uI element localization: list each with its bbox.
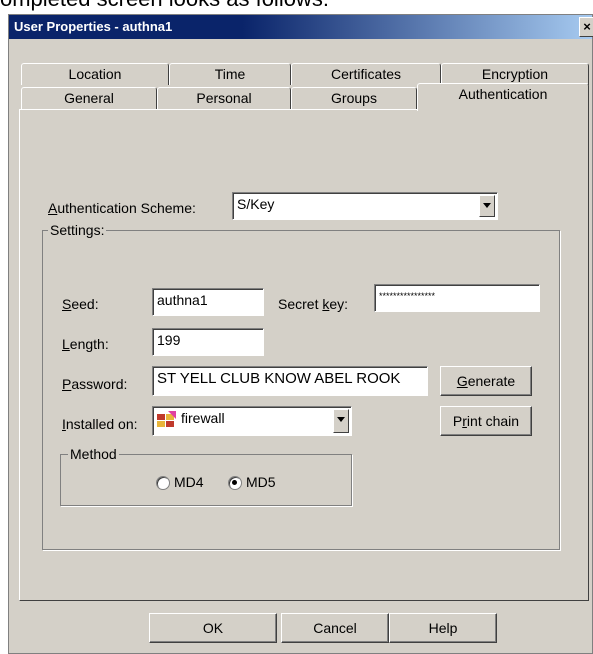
document-text-fragment: ompleted screen looks as follows: (0, 0, 329, 12)
secret-key-field[interactable]: **************** (374, 284, 540, 312)
installed-on-dropdown[interactable]: firewall (152, 406, 352, 436)
tab-label: Personal (196, 90, 252, 106)
cancel-button[interactable]: Cancel (281, 613, 389, 643)
seed-label: Seed: (62, 296, 99, 312)
print-chain-button[interactable]: Print chain (440, 406, 532, 436)
chevron-down-icon[interactable] (479, 195, 495, 217)
installed-on-label: Installed on: (62, 416, 138, 432)
tab-time[interactable]: Time (169, 63, 291, 85)
title-bar[interactable]: User Properties - authna1 × (9, 15, 593, 39)
help-label: Help (428, 620, 458, 636)
password-label: Password: (62, 376, 128, 392)
tab-location[interactable]: Location (21, 63, 169, 85)
seed-field[interactable]: authna1 (152, 288, 264, 316)
tab-label: Authentication (458, 86, 548, 102)
tab-label: Location (68, 66, 122, 82)
installed-on-value: firewall (181, 410, 225, 426)
generate-label: enerate (467, 373, 516, 389)
md5-label: MD5 (246, 474, 276, 490)
secret-key-value: **************** (379, 291, 436, 301)
help-button[interactable]: Help (389, 613, 497, 643)
method-label: Method (68, 446, 119, 462)
tab-label: General (64, 90, 114, 106)
auth-scheme-dropdown[interactable]: S/Key (232, 192, 498, 220)
settings-label: Settings: (48, 222, 107, 238)
generate-button[interactable]: Generate (440, 366, 532, 396)
tab-encryption[interactable]: Encryption (441, 63, 589, 85)
ok-button[interactable]: OK (149, 613, 277, 643)
user-properties-dialog: User Properties - authna1 × Location Tim… (8, 14, 593, 654)
password-value: ST YELL CLUB KNOW ABEL ROOK (157, 370, 401, 387)
tab-general[interactable]: General (21, 87, 157, 109)
md5-radio[interactable] (228, 476, 242, 490)
ok-label: OK (202, 620, 224, 636)
tab-label: Time (214, 66, 246, 82)
md4-radio[interactable] (156, 476, 170, 490)
secret-key-label: Secret key: (278, 296, 349, 312)
authentication-panel: Authentication Scheme: S/Key Settings: S… (19, 109, 589, 601)
close-icon: × (583, 19, 591, 34)
chevron-down-icon[interactable] (333, 409, 349, 433)
tab-personal[interactable]: Personal (157, 87, 291, 109)
seed-value: authna1 (157, 292, 208, 308)
window-title: User Properties - authna1 (14, 19, 173, 34)
firewall-icon (156, 411, 176, 429)
tab-label: Certificates (330, 66, 402, 82)
password-field[interactable]: ST YELL CLUB KNOW ABEL ROOK (152, 366, 428, 396)
tab-groups[interactable]: Groups (291, 87, 417, 109)
tab-label: Groups (331, 90, 377, 106)
md4-label: MD4 (174, 474, 204, 490)
close-button[interactable]: × (579, 17, 593, 37)
cancel-label: Cancel (313, 620, 357, 636)
auth-scheme-value: S/Key (237, 196, 275, 212)
length-value: 199 (157, 332, 181, 348)
length-field[interactable]: 199 (152, 328, 264, 356)
length-label: Length: (62, 336, 109, 352)
tab-authentication[interactable]: Authentication (417, 83, 589, 111)
auth-scheme-label: Authentication Scheme: (48, 200, 196, 216)
tab-label: Encryption (481, 66, 549, 82)
tab-certificates[interactable]: Certificates (291, 63, 441, 85)
